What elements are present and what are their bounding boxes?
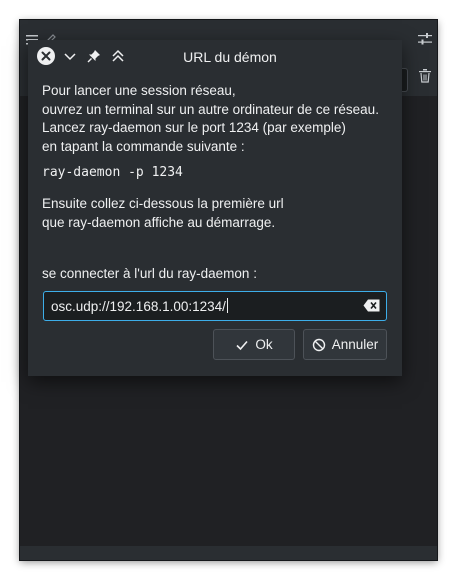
trash-icon[interactable] bbox=[419, 69, 431, 83]
url-value: osc.udp://192.168.1.00:1234/ bbox=[51, 299, 226, 314]
instructions-text: Pour lancer une session réseau, ouvrez u… bbox=[42, 82, 392, 156]
instruction-line: Ensuite collez ci-dessous la première ur… bbox=[42, 196, 284, 211]
instruction-line: que ray-daemon affiche au démarrage. bbox=[42, 214, 276, 230]
url-input[interactable]: osc.udp://192.168.1.00:1234/ bbox=[43, 291, 387, 321]
cancel-icon bbox=[312, 338, 325, 351]
text-caret bbox=[226, 298, 228, 313]
ok-label: Ok bbox=[255, 337, 273, 352]
daemon-url-dialog: URL du démon Pour lancer une session rés… bbox=[28, 40, 402, 376]
instruction-line: Pour lancer une session réseau, bbox=[42, 83, 236, 98]
dialog-title: URL du démon bbox=[183, 49, 277, 65]
settings-icon[interactable] bbox=[418, 32, 432, 46]
ok-button[interactable]: Ok bbox=[213, 329, 295, 360]
checkmark-icon bbox=[236, 340, 248, 350]
cancel-button[interactable]: Annuler bbox=[303, 329, 387, 360]
cancel-label: Annuler bbox=[331, 337, 379, 352]
instruction-line: ouvrez un terminal sur un autre ordinate… bbox=[42, 101, 379, 117]
clear-text-icon[interactable] bbox=[363, 299, 380, 312]
main-field[interactable] bbox=[401, 68, 408, 92]
instruction-line: en tapant la commande suivante : bbox=[42, 138, 245, 154]
main-status-bar bbox=[20, 546, 437, 560]
paste-instructions: Ensuite collez ci-dessous la première ur… bbox=[42, 195, 392, 232]
url-label: se connecter à l'url du ray-daemon : bbox=[42, 266, 257, 281]
instruction-line: Lancez ray-daemon sur le port 1234 (par … bbox=[42, 120, 346, 135]
command-text: ray-daemon -p 1234 bbox=[42, 165, 183, 180]
dialog-titlebar[interactable]: URL du démon bbox=[28, 40, 402, 72]
